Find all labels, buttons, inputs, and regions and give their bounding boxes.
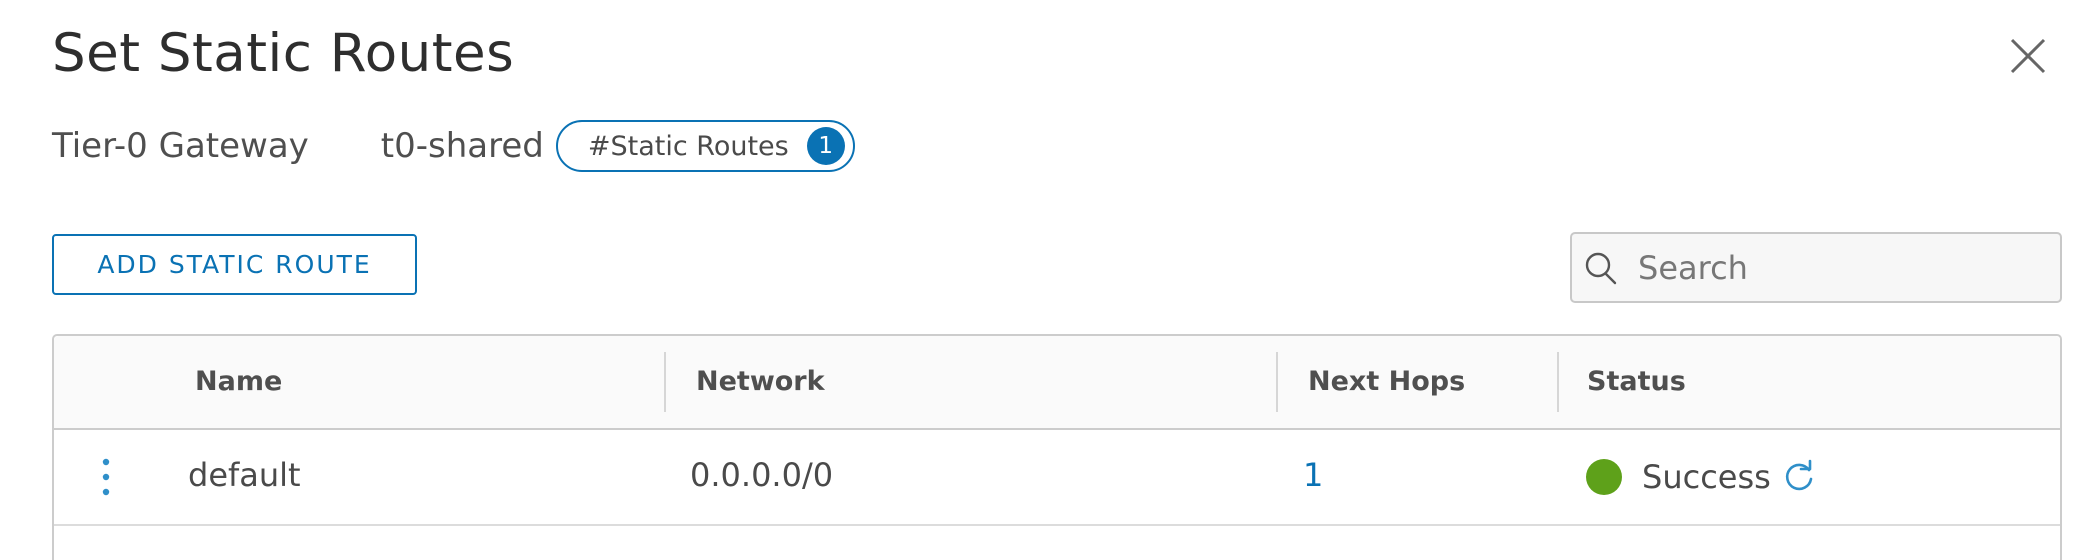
static-routes-badge[interactable]: #Static Routes 1 bbox=[555, 120, 855, 172]
table-header: Name Network Next Hops Status bbox=[54, 336, 2060, 430]
column-resizer[interactable] bbox=[664, 352, 666, 412]
gateway-type-label: Tier-0 Gateway bbox=[52, 126, 309, 166]
search-field[interactable] bbox=[1570, 232, 2062, 303]
vertical-dots-icon bbox=[102, 458, 110, 496]
route-name: default bbox=[188, 456, 301, 494]
search-input[interactable] bbox=[1636, 247, 2040, 288]
search-icon bbox=[1585, 252, 1617, 284]
gateway-name: t0-shared bbox=[380, 126, 544, 166]
column-header-next-hops[interactable]: Next Hops bbox=[1308, 336, 1465, 428]
row-actions-button[interactable] bbox=[94, 456, 118, 498]
refresh-icon[interactable] bbox=[1781, 459, 1817, 495]
static-routes-badge-label: #Static Routes bbox=[587, 130, 789, 162]
route-status: Success bbox=[1586, 430, 1817, 524]
status-dot-icon bbox=[1586, 459, 1622, 495]
status-text: Success bbox=[1642, 458, 1771, 496]
column-header-name[interactable]: Name bbox=[195, 336, 282, 428]
close-icon bbox=[2010, 38, 2046, 74]
set-static-routes-dialog: Set Static Routes Tier-0 Gateway t0-shar… bbox=[0, 0, 2100, 560]
column-resizer[interactable] bbox=[1276, 352, 1278, 412]
table-row: default 0.0.0.0/0 1 Success bbox=[54, 430, 2060, 526]
column-header-network[interactable]: Network bbox=[696, 336, 825, 428]
route-network: 0.0.0.0/0 bbox=[690, 456, 834, 494]
column-header-status[interactable]: Status bbox=[1587, 336, 1686, 428]
static-routes-count: 1 bbox=[806, 127, 845, 165]
gateway-info-row: Tier-0 Gateway t0-shared #Static Routes … bbox=[52, 118, 855, 174]
add-static-route-button[interactable]: ADD STATIC ROUTE bbox=[52, 234, 417, 295]
next-hops-link[interactable]: 1 bbox=[1303, 430, 1323, 524]
dialog-title: Set Static Routes bbox=[52, 23, 515, 84]
column-resizer[interactable] bbox=[1557, 352, 1559, 412]
close-button[interactable] bbox=[2006, 34, 2050, 78]
static-routes-table: Name Network Next Hops Status default 0.… bbox=[52, 334, 2062, 560]
